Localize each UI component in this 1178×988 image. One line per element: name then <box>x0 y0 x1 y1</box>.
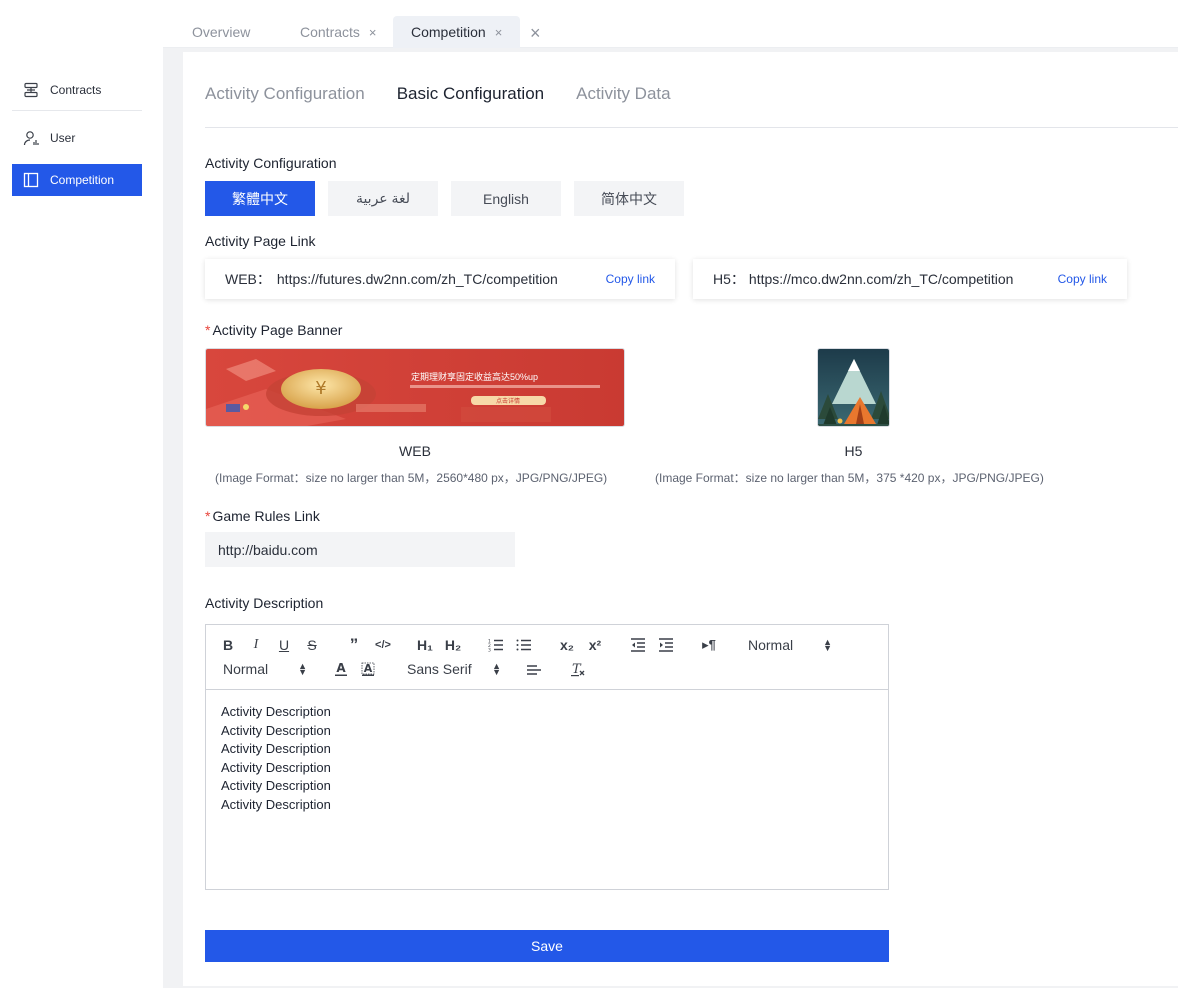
game-rules-link-label: * Game Rules Link <box>205 508 320 524</box>
subtab-activity-configuration[interactable]: Activity Configuration <box>205 84 365 104</box>
lang-english-button[interactable]: English <box>451 181 561 216</box>
h5-banner-caption: H5 <box>844 443 863 459</box>
tab-label: Contracts <box>300 24 360 40</box>
svg-text:¥: ¥ <box>315 378 326 399</box>
description-line: Activity Description <box>221 778 331 793</box>
sort-arrows-icon: ▲ ▼ <box>492 661 501 677</box>
bullet-list-icon[interactable] <box>516 635 532 655</box>
outdent-icon[interactable] <box>630 635 646 655</box>
sidebar-divider <box>12 110 142 111</box>
editor-content[interactable]: Activity Description Activity Descriptio… <box>206 690 888 827</box>
tab-overview[interactable]: Overview <box>192 16 250 48</box>
banner-promo-text: 定期理财享固定收益高达50%up <box>411 371 538 382</box>
sort-arrows-icon: ▲ ▼ <box>298 661 307 677</box>
rules-label-text: Game Rules Link <box>212 508 320 524</box>
close-icon[interactable]: × <box>369 25 377 40</box>
align-left-icon[interactable] <box>526 660 542 680</box>
sidebar-item-label: User <box>50 131 76 145</box>
sidebar-item-user[interactable]: User <box>12 122 142 154</box>
font-select[interactable]: Sans Serif ▲ ▼ <box>407 659 501 679</box>
tab-label: Overview <box>192 24 251 40</box>
indent-icon[interactable] <box>658 635 674 655</box>
required-asterisk: * <box>205 322 211 338</box>
close-icon[interactable]: × <box>495 25 503 40</box>
svg-text:3: 3 <box>488 648 491 653</box>
subtabs-divider <box>205 127 1178 128</box>
banner-cta-text: 点击详情 <box>496 397 520 405</box>
text-color-icon[interactable]: A <box>334 659 348 679</box>
h5-link-prefix: H5： <box>713 271 745 287</box>
subtab-activity-data[interactable]: Activity Data <box>576 84 670 104</box>
activity-description-label: Activity Description <box>205 595 324 611</box>
h5-link-box: H5： https://mco.dw2nn.com/zh_TC/competit… <box>693 259 1127 299</box>
svg-text:A: A <box>364 662 373 675</box>
description-line: Activity Description <box>221 741 331 756</box>
description-line: Activity Description <box>221 759 331 775</box>
h5-copy-link-button[interactable]: Copy link <box>1058 272 1107 286</box>
text-direction-icon[interactable]: ▸¶ <box>700 635 718 655</box>
subtab-basic-configuration[interactable]: Basic Configuration <box>397 84 544 104</box>
lang-traditional-chinese-button[interactable]: 繁體中文 <box>205 181 315 216</box>
sub-tabs: Activity Configuration Basic Configurati… <box>205 84 703 104</box>
heading-2-icon[interactable]: H₂ <box>444 635 462 655</box>
close-all-tabs-icon[interactable]: × <box>530 22 541 44</box>
required-asterisk: * <box>205 508 211 524</box>
rich-text-editor: B I U S ” </> H₁ H₂ 123 x₂ x² ▸¶ Normal … <box>205 624 889 890</box>
underline-icon[interactable]: U <box>277 635 291 655</box>
web-copy-link-button[interactable]: Copy link <box>606 272 655 286</box>
italic-icon[interactable]: I <box>250 635 262 655</box>
h5-banner-image[interactable] <box>817 348 890 427</box>
sidebar: Contracts User Competition <box>0 0 163 988</box>
web-banner-image[interactable]: ¥ 定期理财享固定收益高达50%up 点击详情 <box>205 348 625 427</box>
font-select-value: Sans Serif <box>407 661 472 677</box>
description-line: Activity Description <box>221 796 331 812</box>
server-icon <box>22 81 40 99</box>
activity-page-banner-label: * Activity Page Banner <box>205 322 342 338</box>
banner-label-text: Activity Page Banner <box>212 322 343 338</box>
code-block-icon[interactable]: </> <box>375 635 391 655</box>
size-select-value: Normal <box>223 661 269 677</box>
sort-arrows-icon: ▲ ▼ <box>823 637 832 653</box>
tab-contracts[interactable]: Contracts × <box>300 16 377 48</box>
heading-1-icon[interactable]: H₁ <box>416 635 434 655</box>
header-select-value: Normal <box>748 637 794 653</box>
h5-banner-hint: (Image Format：size no larger than 5M，375… <box>655 471 1044 485</box>
blockquote-icon[interactable]: ” <box>347 635 361 655</box>
user-chart-icon <box>22 129 40 147</box>
header-select[interactable]: Normal ▲ ▼ <box>748 635 832 655</box>
tab-label: Competition <box>411 24 486 40</box>
size-select[interactable]: Normal ▲ ▼ <box>223 659 307 679</box>
web-link-url: https://futures.dw2nn.com/zh_TC/competit… <box>276 271 558 287</box>
web-banner-hint: (Image Format：size no larger than 5M，256… <box>215 471 608 485</box>
tab-competition[interactable]: Competition × <box>393 16 521 48</box>
subscript-icon[interactable]: x₂ <box>558 635 576 655</box>
superscript-icon[interactable]: x² <box>586 635 604 655</box>
svg-text:A: A <box>336 661 346 675</box>
description-line: Activity Description <box>221 704 331 719</box>
sidebar-item-label: Contracts <box>50 83 102 97</box>
web-link-prefix: WEB： <box>225 271 271 287</box>
game-rules-link-input[interactable] <box>205 532 515 567</box>
tab-bar: Overview Contracts × Competition × × <box>163 0 1178 48</box>
lang-arabic-button[interactable]: لغة عربية <box>328 181 438 216</box>
activity-configuration-label: Activity Configuration <box>205 155 337 171</box>
clear-format-icon[interactable]: T <box>570 659 586 679</box>
sidebar-item-label: Competition <box>50 173 115 187</box>
web-banner-caption: WEB <box>399 443 431 459</box>
web-link-box: WEB： https://futures.dw2nn.com/zh_TC/com… <box>205 259 675 299</box>
sidebar-item-contracts[interactable]: Contracts <box>12 74 142 106</box>
description-line: Activity Description <box>221 722 331 738</box>
activity-page-link-label: Activity Page Link <box>205 233 316 249</box>
background-color-icon[interactable]: A <box>361 659 375 679</box>
editor-toolbar: B I U S ” </> H₁ H₂ 123 x₂ x² ▸¶ Normal … <box>206 625 888 690</box>
sidebar-item-competition[interactable]: Competition <box>12 164 142 196</box>
h5-link-url: https://mco.dw2nn.com/zh_TC/competition <box>748 271 1014 287</box>
ordered-list-icon[interactable]: 123 <box>488 635 504 655</box>
main-panel: Activity Configuration Basic Configurati… <box>183 52 1178 986</box>
bold-icon[interactable]: B <box>222 635 234 655</box>
lang-simplified-chinese-button[interactable]: 简体中文 <box>574 181 684 216</box>
save-button[interactable]: Save <box>205 930 889 962</box>
layout-icon <box>22 171 40 189</box>
strikethrough-icon[interactable]: S <box>305 635 319 655</box>
